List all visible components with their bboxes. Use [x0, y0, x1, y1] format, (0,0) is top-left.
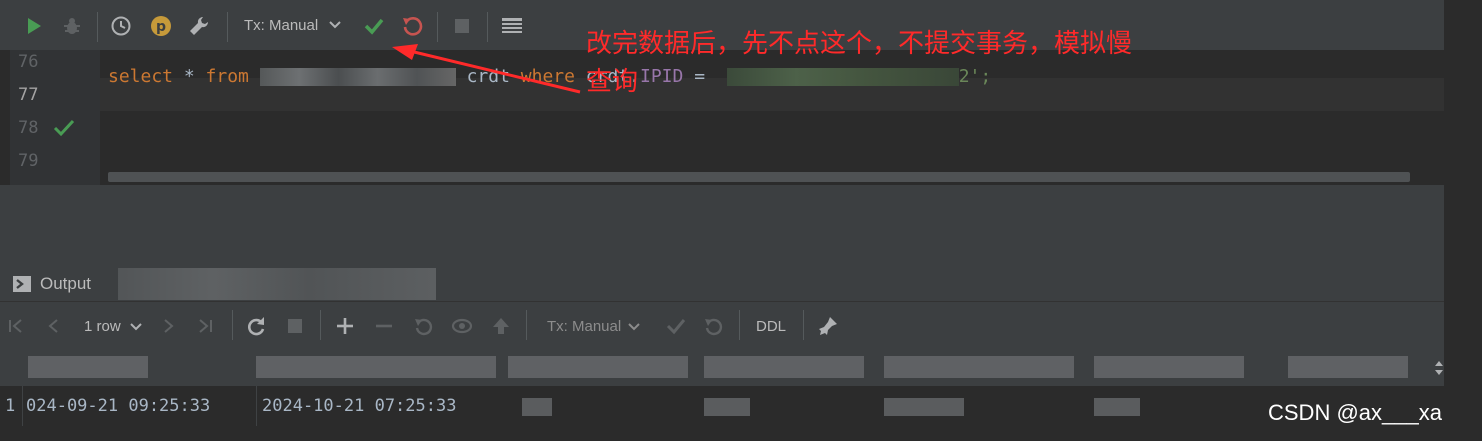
line-number: 79 — [18, 151, 39, 171]
tx-mode-dropdown[interactable]: Tx: Manual — [244, 17, 318, 34]
watermark: CSDN @ax___xa — [1268, 400, 1442, 425]
preview-changes-icon[interactable] — [451, 316, 475, 336]
add-row-icon[interactable] — [335, 316, 355, 336]
line-number: 78 — [18, 118, 39, 138]
sql-star: * — [173, 66, 206, 87]
stop-icon[interactable] — [287, 318, 303, 334]
redacted-column-header — [508, 356, 688, 378]
redacted-cell — [704, 398, 750, 416]
redacted-column-header — [704, 356, 864, 378]
result-cell[interactable]: 2024-10-21 07:25:33 — [262, 396, 498, 416]
toolbar-separator — [232, 310, 233, 340]
last-page-icon[interactable] — [196, 318, 214, 334]
line-number: 76 — [18, 52, 39, 72]
ddl-button[interactable]: DDL — [756, 318, 786, 335]
toolbar-separator — [526, 310, 527, 340]
column-divider — [22, 386, 23, 426]
redacted-column-header — [256, 356, 496, 378]
editor-footer — [0, 185, 1444, 220]
redacted-cell — [522, 398, 552, 416]
redacted-column-header — [1288, 356, 1408, 378]
toolbar-separator — [739, 310, 740, 340]
toolbar-separator — [437, 12, 438, 42]
redacted-tab-label — [118, 268, 436, 300]
history-icon[interactable] — [108, 13, 134, 39]
annotation-line: 改完数据后，先不点这个，不提交事务，模拟慢 — [586, 29, 1133, 59]
first-page-icon[interactable] — [7, 318, 25, 334]
commit-check-icon[interactable] — [362, 13, 386, 39]
toolbar-separator — [320, 310, 321, 340]
redacted-cell — [884, 398, 964, 416]
chevron-down-icon[interactable] — [129, 322, 143, 332]
result-cell[interactable]: 024-09-21 09:25:33 — [26, 396, 251, 416]
panel-divider — [0, 220, 1444, 264]
remove-row-icon[interactable] — [374, 316, 394, 336]
table-view-icon[interactable] — [499, 13, 525, 39]
tx-mode-dropdown[interactable]: Tx: Manual — [547, 318, 621, 335]
toolbar-separator — [227, 12, 228, 42]
toolbar-separator — [97, 12, 98, 42]
redacted-column-header — [1094, 356, 1244, 378]
row-count-dropdown[interactable]: 1 row — [84, 318, 121, 335]
line-number: 77 — [18, 85, 39, 105]
run-icon[interactable] — [22, 13, 46, 39]
refresh-icon[interactable] — [245, 315, 267, 337]
redacted-column-header — [28, 356, 148, 378]
pin-tab-icon[interactable] — [817, 315, 839, 337]
executed-check-icon — [53, 119, 75, 137]
horizontal-scrollbar[interactable] — [108, 172, 1410, 182]
settings-wrench-icon[interactable] — [186, 13, 212, 39]
sql-keyword: select — [108, 66, 174, 87]
commit-check-icon[interactable] — [665, 316, 687, 336]
toolbar-separator — [803, 310, 804, 340]
submit-up-icon[interactable] — [491, 316, 511, 336]
revert-icon[interactable] — [413, 316, 433, 336]
redacted-column-header — [884, 356, 1074, 378]
toolbar-separator — [487, 12, 488, 42]
annotation-line: 查询 — [586, 67, 639, 97]
rollback-icon[interactable] — [400, 13, 424, 39]
column-divider — [256, 386, 257, 426]
chevron-down-icon[interactable] — [627, 322, 641, 332]
chevron-down-icon[interactable] — [328, 20, 342, 30]
debug-icon[interactable] — [60, 13, 84, 39]
prev-page-icon[interactable] — [46, 318, 62, 334]
stop-icon[interactable] — [450, 13, 474, 39]
redacted-cell — [1094, 398, 1140, 416]
annotation-arrow — [392, 44, 581, 94]
sort-arrows-icon[interactable] — [1434, 360, 1444, 376]
row-number: 1 — [5, 396, 16, 416]
console-icon — [13, 276, 31, 292]
window-right-edge — [1444, 0, 1482, 441]
svg-text:p: p — [156, 19, 166, 35]
rollback-icon[interactable] — [703, 316, 723, 336]
annotation-text: 改完数据后，先不点这个，不提交事务，模拟慢 查询 — [586, 25, 1266, 101]
parameters-icon[interactable]: p — [148, 13, 174, 39]
sql-keyword: from — [205, 66, 249, 87]
output-tab-title[interactable]: Output — [40, 274, 91, 294]
next-page-icon[interactable] — [160, 318, 176, 334]
